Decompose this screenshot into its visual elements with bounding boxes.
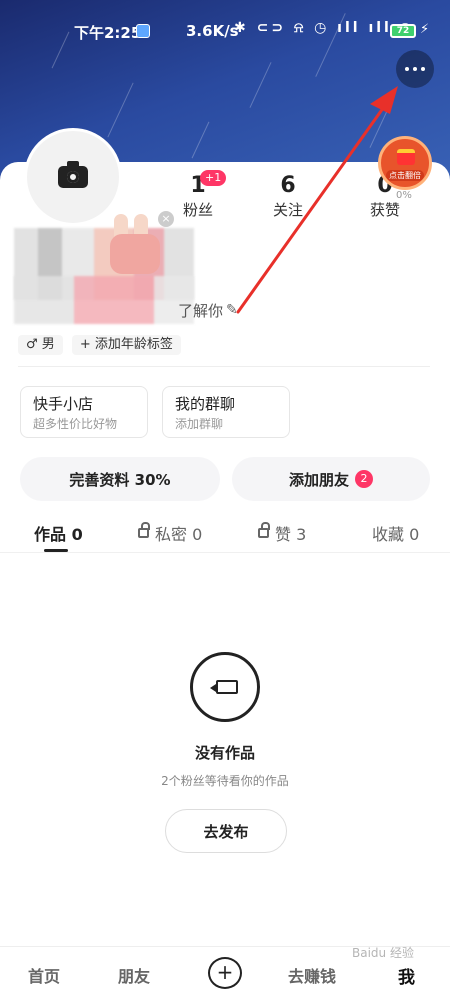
- add-friends-button[interactable]: 添加朋友 2: [232, 457, 430, 501]
- tab-likes-label: 赞 3: [275, 525, 307, 544]
- group-chat-title: 我的群聊: [175, 395, 236, 413]
- group-chat-card[interactable]: 我的群聊 添加群聊: [162, 386, 290, 438]
- tab-likes[interactable]: 赞 3: [258, 521, 306, 545]
- user-info-blurred: [14, 276, 194, 324]
- content-tabs: 作品 0 私密 0 赞 3 收藏 0: [0, 517, 450, 553]
- video-camera-icon: [210, 680, 238, 694]
- shop-card[interactable]: 快手小店 超多性价比好物: [20, 386, 148, 438]
- stat-following[interactable]: 6 关注: [248, 172, 328, 220]
- add-age-tag[interactable]: + 添加年龄标签: [71, 335, 181, 355]
- more-options-button[interactable]: [396, 50, 434, 88]
- more-dot-icon: [405, 67, 409, 71]
- tab-private[interactable]: 私密 0: [138, 521, 202, 545]
- empty-title: 没有作品: [194, 744, 255, 762]
- status-time: 下午2:25: [74, 24, 142, 42]
- shop-title: 快手小店: [33, 395, 94, 413]
- nav-me[interactable]: 我: [398, 963, 415, 988]
- complete-profile-label: 完善资料 30%: [69, 470, 171, 489]
- empty-subtitle: 2个粉丝等待看你的作品: [161, 774, 289, 788]
- likes-label: 获赞: [369, 201, 400, 219]
- nav-friends[interactable]: 朋友: [118, 963, 150, 987]
- complete-profile-button[interactable]: 完善资料 30%: [20, 457, 220, 501]
- gift-icon: [397, 149, 415, 165]
- nav-earn[interactable]: 去赚钱: [288, 963, 336, 987]
- redpacket-progress: 0%: [396, 190, 412, 201]
- nav-home[interactable]: 首页: [28, 963, 60, 987]
- edit-pencil-icon[interactable]: ✎: [226, 302, 238, 318]
- gender-tag[interactable]: ♂ 男: [18, 335, 63, 355]
- charging-icon: ⚡: [420, 22, 430, 37]
- redpacket-button[interactable]: 点击翻倍: [378, 136, 432, 190]
- followers-new-badge: +1: [200, 170, 227, 186]
- tab-favorites-label: 收藏 0: [372, 525, 420, 544]
- tab-private-label: 私密 0: [155, 525, 203, 544]
- tab-works-label: 作品 0: [34, 525, 83, 544]
- app-notification-icon: [136, 24, 150, 38]
- more-dot-icon: [421, 67, 425, 71]
- status-icons: ✱ ⊂⊃ ⍾ ◷ ıll ıll ◠: [234, 20, 414, 36]
- tag-row: ♂ 男 + 添加年龄标签: [18, 333, 185, 355]
- lock-icon: [138, 522, 150, 538]
- network-speed: 3.6K/s: [186, 22, 239, 40]
- following-count: 6: [280, 173, 296, 198]
- close-icon[interactable]: ×: [158, 211, 174, 227]
- followers-count: 1: [190, 173, 206, 198]
- tab-works[interactable]: 作品 0: [34, 521, 83, 545]
- create-plus-button[interactable]: +: [208, 957, 242, 989]
- publish-label: 去发布: [203, 822, 249, 841]
- group-chat-subtitle: 添加群聊: [175, 417, 224, 431]
- bio-text[interactable]: 了解你: [178, 300, 223, 321]
- lock-icon: [258, 522, 270, 538]
- tab-favorites[interactable]: 收藏 0: [372, 521, 419, 545]
- more-dot-icon: [413, 67, 417, 71]
- publish-button[interactable]: 去发布: [165, 809, 287, 853]
- add-friends-badge: 2: [355, 470, 373, 488]
- redpacket-label: 点击翻倍: [386, 170, 424, 181]
- avatar-upload[interactable]: [24, 128, 122, 226]
- following-label: 关注: [272, 201, 303, 219]
- active-tab-indicator: [44, 549, 68, 552]
- divider: [18, 366, 430, 367]
- status-bar: 下午2:25 3.6K/s ✱ ⊂⊃ ⍾ ◷ ıll ıll ◠ 72 ⚡: [0, 18, 450, 48]
- empty-works-icon: [190, 652, 260, 722]
- battery-icon: 72: [390, 24, 416, 38]
- camera-icon: [58, 161, 88, 188]
- watermark: Baidu 经验: [352, 946, 414, 960]
- add-friends-label: 添加朋友: [288, 470, 349, 489]
- shop-subtitle: 超多性价比好物: [33, 417, 118, 431]
